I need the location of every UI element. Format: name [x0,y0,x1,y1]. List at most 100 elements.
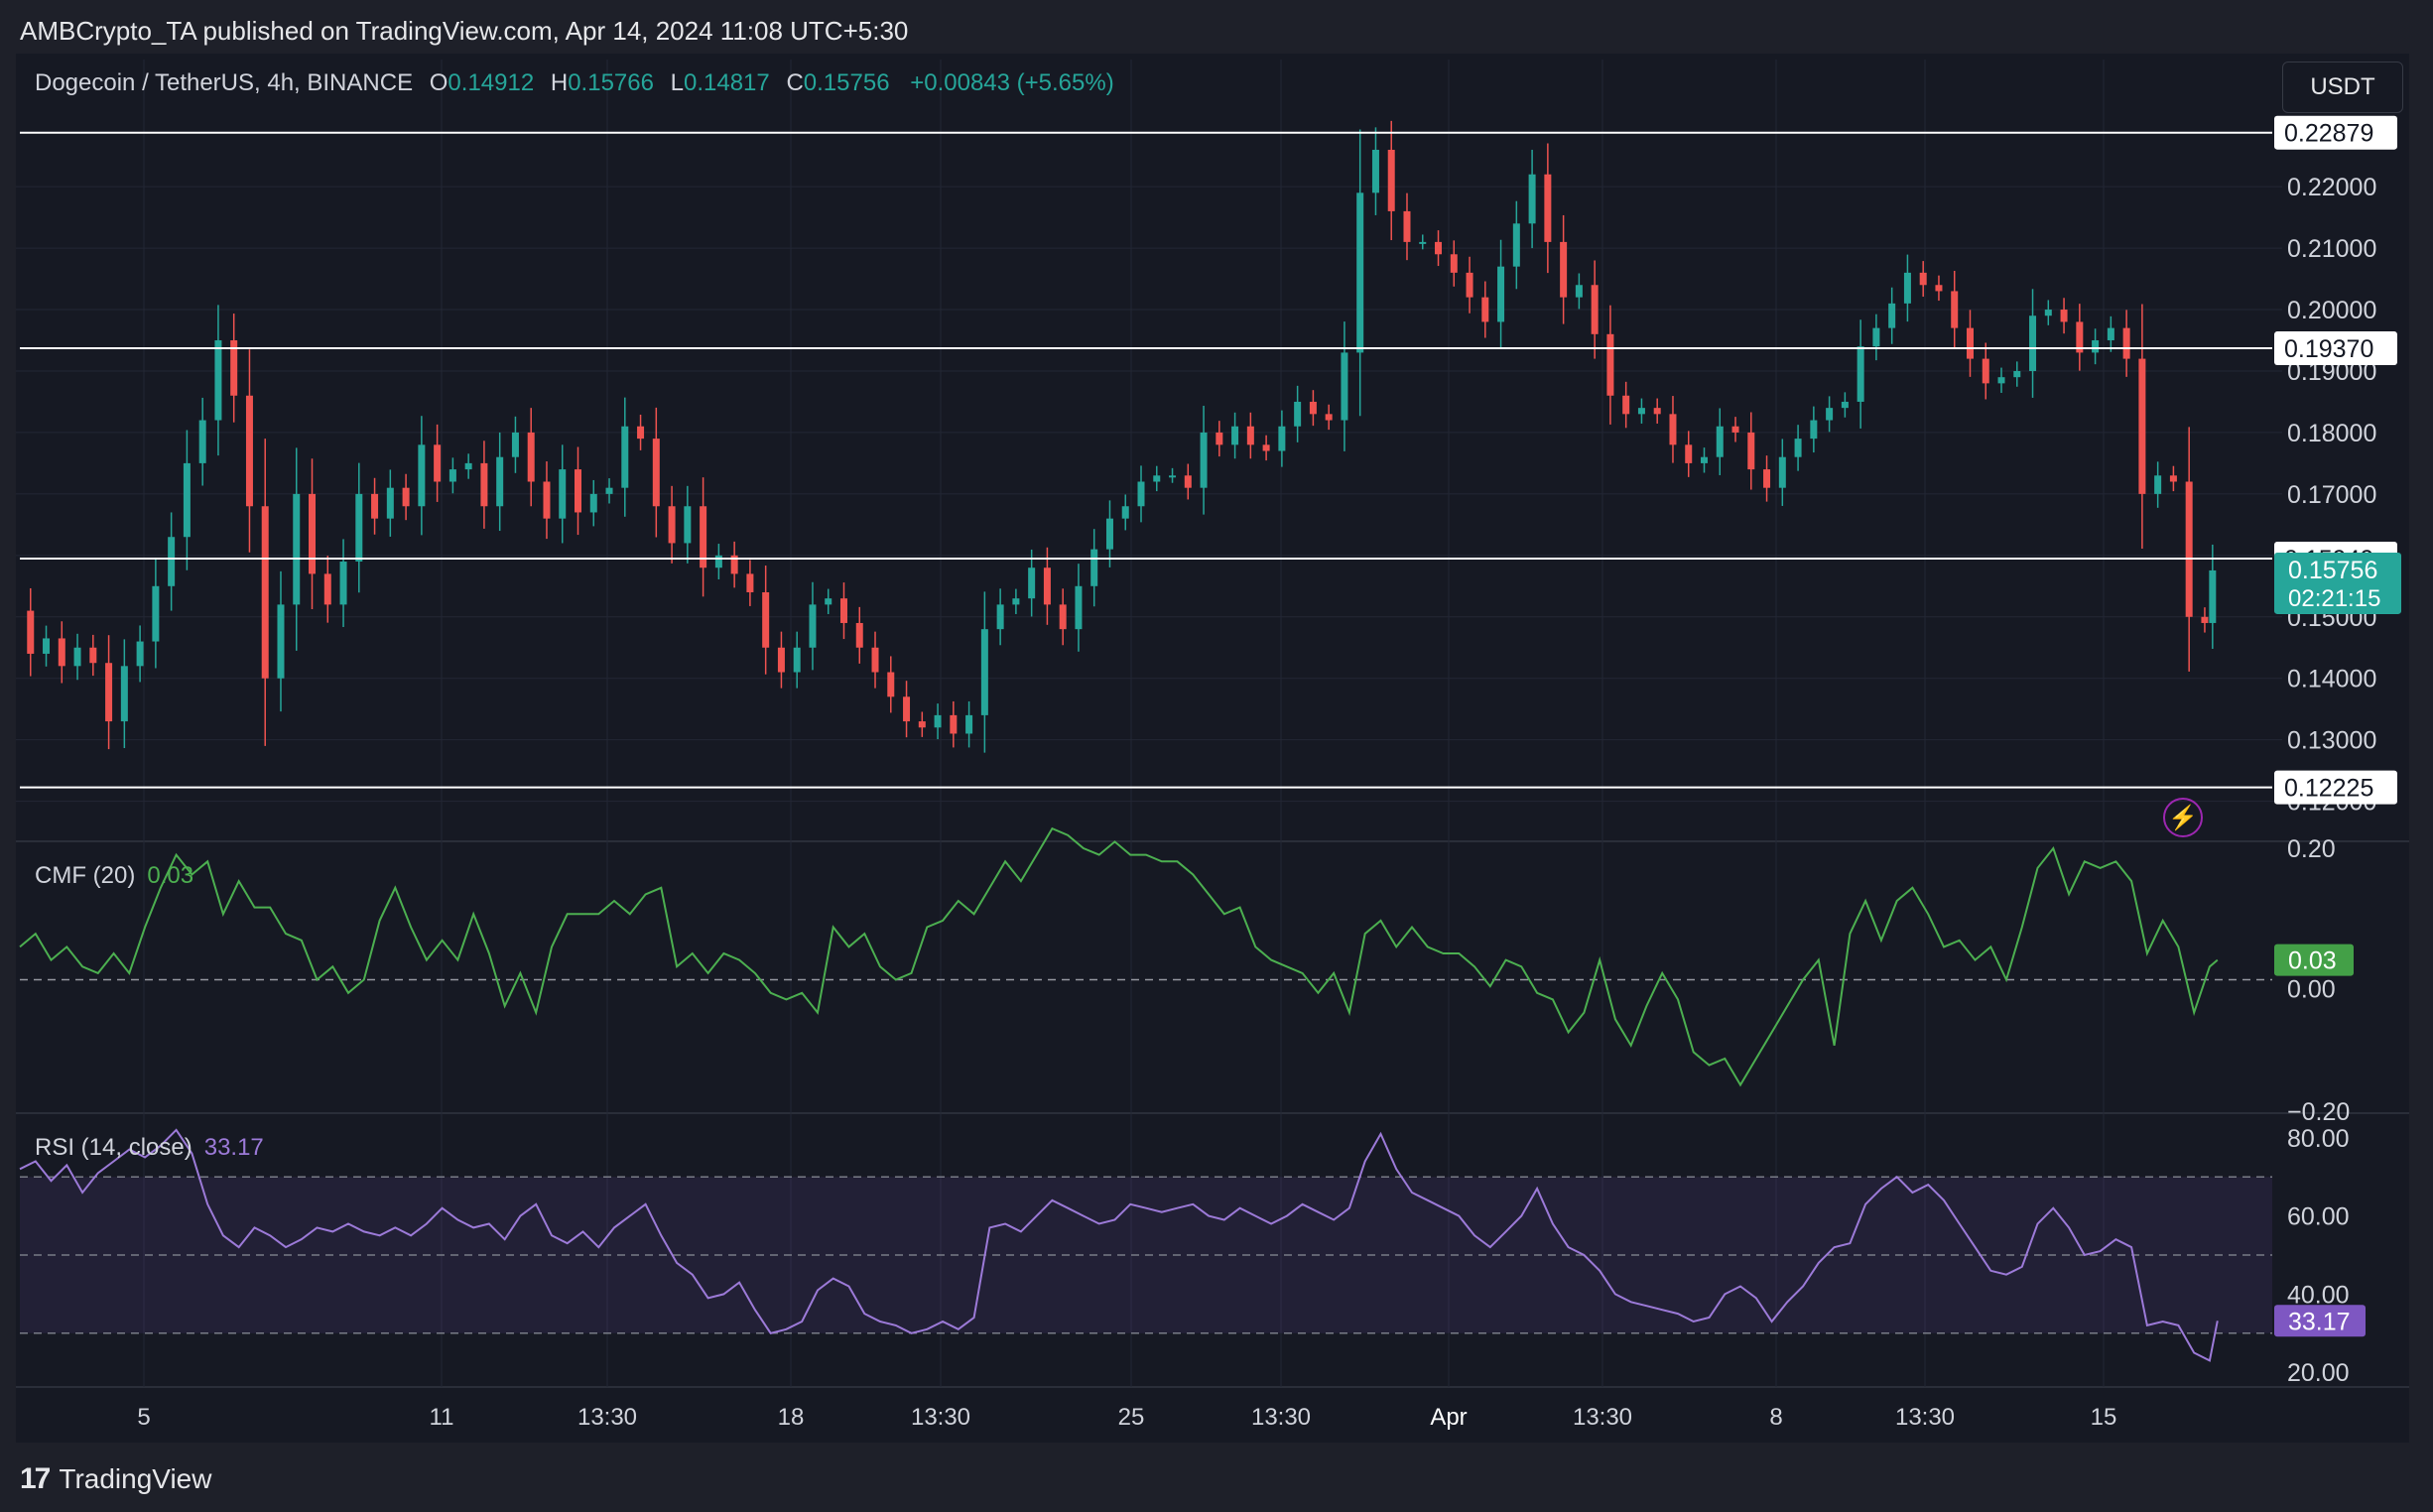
candle-body [621,426,629,488]
cmf-line [19,826,2219,1087]
candle-body [1043,567,1051,605]
currency-button[interactable]: USDT [2282,62,2403,113]
chart-canvas[interactable]: 5 11 13:30 18 13:30 25 13:30 Apr 13:30 8 13:30 15 0.… [0,0,2433,1512]
candle-body [2107,327,2114,341]
high-value: 0.15766 [568,69,654,96]
candle-body [198,420,206,463]
candle-body [2138,358,2146,494]
x-tick-label: 13:30 [1251,1404,1311,1431]
close-label: C [786,69,804,96]
footer-brand-label: TradingView [59,1463,212,1494]
candle-body [918,721,926,728]
candle-body [105,663,113,722]
open-value: 0.14912 [448,69,535,96]
x-tick-label: 15 [2091,1404,2117,1431]
candle-body [839,598,847,623]
candle-body [1246,426,1254,445]
candle-body [1544,174,1552,242]
candle-body [1794,439,1802,457]
candle-body [2169,475,2177,482]
last-price-label: 0.15756 [2288,557,2377,584]
candle-body [1435,241,1443,255]
candle-body [1278,426,1286,451]
symbol-label[interactable]: Dogecoin / TetherUS, 4h, BINANCE [35,69,413,96]
x-tick-label: 8 [1769,1404,1782,1431]
candle-body [277,604,285,679]
candle-body [1481,297,1489,322]
candle-body [1137,481,1145,507]
cmf-value: 0.03 [147,862,194,889]
countdown-label: 02:21:15 [2288,585,2380,612]
candle-body [855,622,863,648]
y-tick-label: 0.20000 [2287,297,2376,324]
rsi-value-tag-label: 33.17 [2288,1308,2351,1335]
candle-body [1606,333,1614,396]
candle-body [386,487,394,519]
rsi-tick-label: 80.00 [2287,1125,2350,1153]
candle-body [1309,401,1317,415]
candle-body [480,462,488,507]
y-tick-label: 0.13000 [2287,727,2376,755]
change-value: +0.00843 (+5.65%) [910,69,1114,96]
candle-body [1294,401,1302,427]
cmf-name: CMF (20) [35,862,136,889]
candle-body [1966,327,1974,359]
rsi-tick-label: 40.00 [2287,1281,2350,1309]
footer-brand[interactable]: 17 TradingView [20,1462,211,1496]
price-level-label: 0.22879 [2284,120,2373,148]
candle-body [1466,272,1473,298]
candle-body [1341,352,1348,421]
candle-body [2122,327,2130,359]
tradingview-logo-icon: 17 [20,1462,51,1495]
candle-body [73,647,81,667]
rsi-tick-label: 60.00 [2287,1203,2350,1231]
low-label: L [670,69,684,96]
candle-body [950,714,958,734]
candle-body [1356,192,1364,353]
high-label: H [550,69,569,96]
candle-body [934,714,942,728]
candle-body [339,562,347,605]
candle-body [183,462,191,538]
candle-body [120,666,128,722]
rsi-legend[interactable]: RSI (14, close) 33.17 [35,1134,264,1162]
x-tick-label: 13:30 [1895,1404,1955,1431]
candle-body [1560,241,1568,298]
candle-body [825,598,832,605]
cmf-tick-label: 0.20 [2287,835,2336,863]
rsi-value: 33.17 [203,1134,264,1161]
candle-body [2201,616,2209,623]
candle-body [1747,432,1755,470]
candle-body [1059,604,1067,630]
candle-body [1121,506,1129,519]
rsi-name: RSI (14, close) [35,1134,192,1161]
candle-body [496,456,504,507]
price-level-label: 0.12225 [2284,775,2373,803]
candle-body [980,629,988,715]
candle-body [1419,241,1427,244]
cmf-legend[interactable]: CMF (20) 0.03 [35,862,193,890]
candle-body [684,506,692,544]
candle-body [1387,149,1395,211]
candle-body [1763,469,1771,488]
candle-body [1857,346,1864,402]
candle-body [1701,456,1708,463]
y-tick-label: 0.17000 [2287,481,2376,509]
candle-body [2154,475,2162,494]
candle-body [511,432,519,457]
candle-body [136,641,144,667]
candle-body [1997,377,2005,384]
candle-body [777,647,785,673]
candle-body [2092,340,2100,353]
candle-body [903,696,911,722]
candle-body [27,610,35,654]
lightning-icon[interactable]: ⚡ [2163,798,2203,837]
candle-body [887,672,895,697]
candle-body [1497,266,1505,322]
candle-body [1653,408,1661,415]
candle-body [668,506,676,544]
candle-body [1105,518,1113,550]
candle-body [323,573,331,605]
candle-body [1371,149,1379,193]
candle-body [371,493,379,519]
